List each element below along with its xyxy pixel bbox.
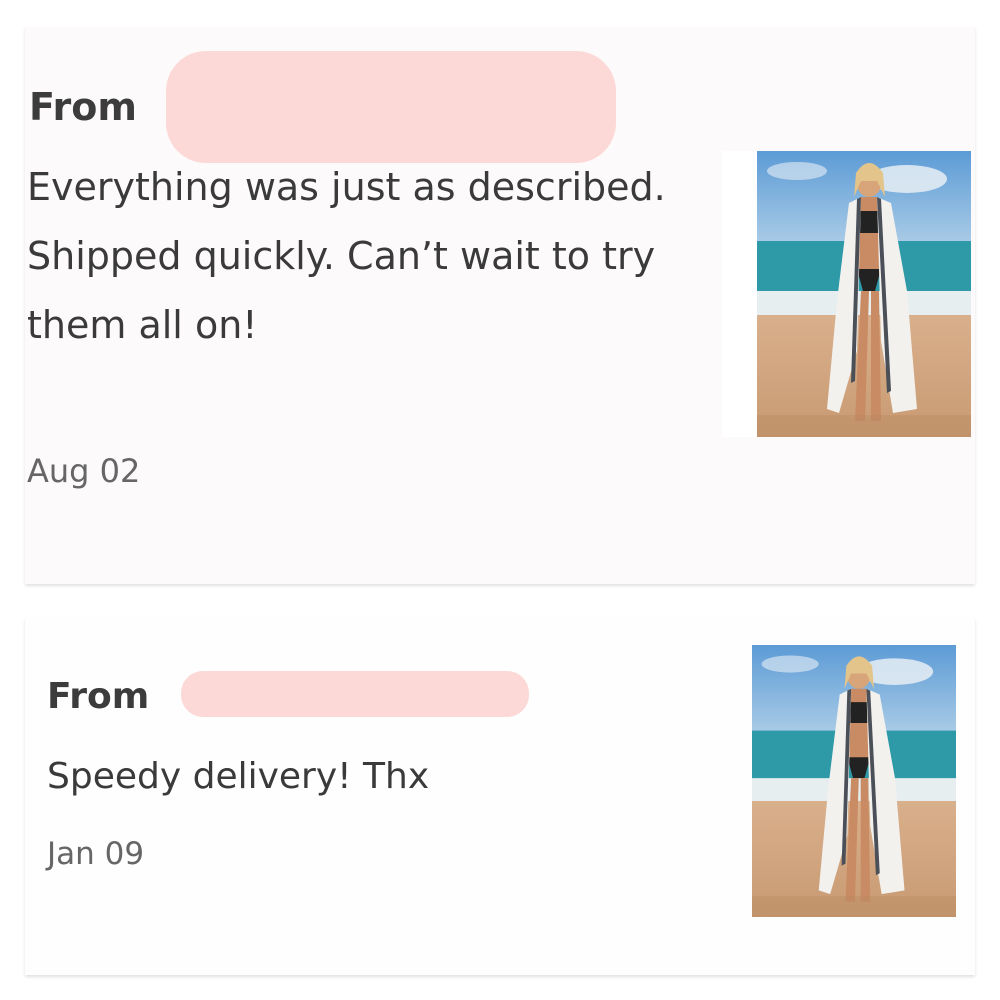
review-text: Everything was just as described. Shippe… xyxy=(27,165,666,347)
review-from-row: From xyxy=(47,676,149,717)
review-card: From Speedy delivery! Thx Jan 09 xyxy=(25,618,975,975)
from-label: From xyxy=(47,676,150,717)
review-date: Jan 09 xyxy=(47,836,145,872)
review-text: Speedy delivery! Thx xyxy=(47,756,430,797)
review-card: From Everything was just as described. S… xyxy=(25,27,975,584)
product-thumbnail[interactable] xyxy=(757,151,971,437)
thumbnail-padding xyxy=(722,151,757,437)
review-from-row: From xyxy=(29,85,137,129)
redacted-username xyxy=(181,671,529,717)
beach-photo-image xyxy=(757,151,971,437)
redacted-username xyxy=(166,51,616,163)
from-label: From xyxy=(29,85,137,129)
review-date: Aug 02 xyxy=(27,452,141,490)
beach-photo-image xyxy=(752,645,956,917)
product-thumbnail[interactable] xyxy=(752,645,956,917)
